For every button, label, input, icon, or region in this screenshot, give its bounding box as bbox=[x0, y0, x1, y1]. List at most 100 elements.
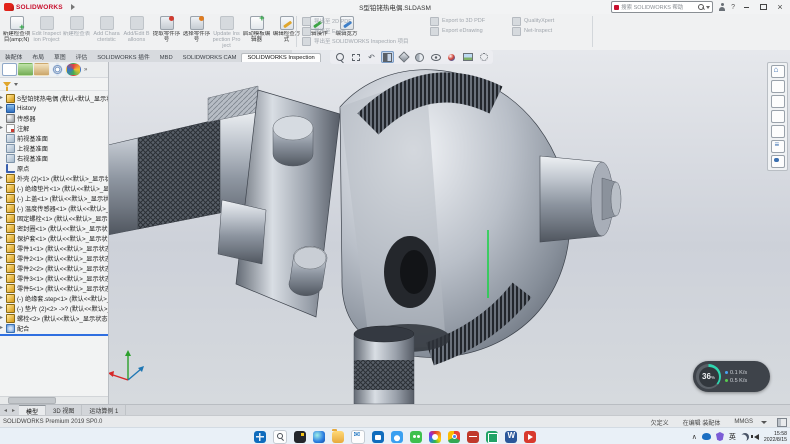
feature-tree-item[interactable]: 传感器 bbox=[0, 113, 108, 123]
home-icon[interactable] bbox=[79, 2, 89, 12]
speaker-icon[interactable] bbox=[754, 434, 759, 440]
word-icon[interactable] bbox=[505, 431, 517, 443]
section-view-icon[interactable] bbox=[381, 51, 394, 63]
media-app-icon[interactable] bbox=[524, 431, 536, 443]
chat-app-icon[interactable] bbox=[410, 431, 422, 443]
custom-properties-icon[interactable] bbox=[771, 140, 785, 153]
focus-assist-icon[interactable] bbox=[741, 433, 749, 441]
save-icon[interactable] bbox=[118, 2, 128, 12]
help-icon[interactable]: ? bbox=[731, 4, 735, 11]
export-inspection-project-button[interactable]: 导出至 SOLIDWORKS Inspection 项目 bbox=[302, 37, 408, 45]
feature-tree-item[interactable]: 零件3<1> (默认<<默认>_显示状态 bbox=[0, 273, 108, 283]
security-shield-tray-icon[interactable] bbox=[716, 432, 724, 441]
feature-tree-item[interactable]: (-) 温度传感器<1> (默认<<默认>_显 bbox=[0, 203, 108, 213]
solidworks-resources-icon[interactable] bbox=[771, 65, 785, 78]
tree-root-assembly[interactable]: S型铂铑热电偶 (默认<默认_显示状态-1>) bbox=[0, 93, 108, 103]
export-2d-pdf-button[interactable]: 导出至 2D PDF bbox=[302, 17, 408, 25]
feature-tree-item[interactable]: 密封圈<1> (默认<<默认>_显示状态 bbox=[0, 223, 108, 233]
panel-horizontal-scrollbar[interactable] bbox=[0, 396, 108, 404]
scrollbar-thumb[interactable] bbox=[8, 397, 56, 404]
tab-scroll-right-icon[interactable]: ▸ bbox=[10, 407, 17, 414]
edge-browser-icon[interactable] bbox=[313, 431, 325, 443]
feature-tree-item[interactable]: 前视基准面 bbox=[0, 133, 108, 143]
login-icon[interactable] bbox=[718, 3, 726, 11]
configuration-manager-tab-icon[interactable] bbox=[34, 63, 49, 76]
ribbon-tab[interactable]: SOLIDWORKS Inspection bbox=[241, 53, 320, 62]
model-dome[interactable] bbox=[340, 70, 570, 358]
feature-tree-item[interactable]: 上视基准面 bbox=[0, 143, 108, 153]
previous-view-icon[interactable] bbox=[365, 51, 378, 63]
status-dropdown-icon[interactable] bbox=[761, 421, 767, 424]
new-inspection-sheet-button[interactable]: 新建检查表 bbox=[62, 15, 91, 49]
graphics-area[interactable]: 36% 0.1 K/s 0.5 K/s bbox=[108, 50, 790, 404]
browser-ring-icon[interactable] bbox=[429, 431, 441, 443]
search-button[interactable] bbox=[273, 430, 287, 444]
feature-tree-item[interactable]: 注解 bbox=[0, 123, 108, 133]
edit-appearance-icon[interactable] bbox=[445, 51, 458, 63]
edit-inspection-project-button[interactable]: Edit Inspection Project bbox=[32, 15, 61, 49]
ribbon-tab[interactable]: SOLIDWORKS CAM bbox=[178, 54, 242, 62]
undo-icon[interactable] bbox=[144, 2, 154, 12]
chrome-icon[interactable] bbox=[448, 431, 460, 443]
feature-tree-item[interactable]: (-) 绝缘垫片<1> (默认<<默认>_显示 bbox=[0, 183, 108, 193]
select-icon[interactable] bbox=[157, 2, 167, 12]
select-balloons-button[interactable]: 选择零件序号 bbox=[182, 15, 211, 49]
microsoft-store-icon[interactable] bbox=[372, 431, 384, 443]
filter-dropdown-icon[interactable] bbox=[14, 83, 18, 86]
feature-tree-item[interactable]: (-) 垫片 (2)<2> ->? (默认<<默认>_ bbox=[0, 303, 108, 313]
ribbon-tab[interactable]: 草图 bbox=[49, 51, 71, 62]
update-inspection-project-button[interactable]: Update Inspection Project bbox=[212, 15, 241, 49]
feature-tree-item[interactable]: 保护套<1> (默认<<默认>_显示状态 bbox=[0, 233, 108, 243]
feature-tree-item[interactable]: 零件2<2> (默认<<默认>_显示状态 bbox=[0, 263, 108, 273]
close-button[interactable] bbox=[774, 2, 786, 12]
apply-scene-icon[interactable] bbox=[461, 51, 474, 63]
feature-tree-item[interactable]: History bbox=[0, 103, 108, 113]
file-explorer-icon[interactable] bbox=[771, 95, 785, 108]
minimize-button[interactable] bbox=[740, 2, 752, 12]
hide-show-items-icon[interactable] bbox=[429, 51, 442, 63]
export-excel-button[interactable]: 导出至 Excel bbox=[302, 27, 408, 35]
feature-tree-item[interactable]: 零件2<1> (默认<<默认>_显示状态 bbox=[0, 253, 108, 263]
view-palette-icon[interactable] bbox=[771, 110, 785, 123]
feature-tree-item[interactable]: 原点 bbox=[0, 163, 108, 173]
search-input[interactable]: 搜索 SOLIDWORKS 帮助 bbox=[611, 1, 713, 13]
solidworks-forum-icon[interactable] bbox=[771, 155, 785, 168]
view-orientation-icon[interactable] bbox=[397, 51, 410, 63]
start-button[interactable] bbox=[254, 431, 266, 443]
open-document-icon[interactable] bbox=[105, 2, 115, 12]
ribbon-tab[interactable]: 布局 bbox=[27, 51, 49, 62]
tree-mates[interactable]: 配合 bbox=[0, 323, 108, 333]
cloud-drive-tray-icon[interactable] bbox=[702, 433, 711, 440]
feature-tree-item[interactable]: 零件1<1> (默认<<默认>_显示状态 bbox=[0, 243, 108, 253]
feature-tree-item[interactable]: 固定螺栓<1> (默认<<默认>_显示状 bbox=[0, 213, 108, 223]
filter-icon[interactable] bbox=[3, 82, 11, 87]
feature-tree-item[interactable]: (-) 上盖<1> (默认<<默认>_显示状态 bbox=[0, 193, 108, 203]
feature-tree-tab-icon[interactable] bbox=[2, 63, 17, 76]
restore-button[interactable] bbox=[757, 2, 769, 12]
ime-indicator[interactable]: 英 bbox=[729, 432, 736, 442]
ribbon-tab[interactable]: 评估 bbox=[71, 51, 93, 62]
extract-balloons-button[interactable]: 提取零件序号 bbox=[152, 15, 181, 49]
zoom-area-icon[interactable] bbox=[349, 51, 362, 63]
menu-expand-icon[interactable] bbox=[71, 4, 75, 10]
export-edrawing-button[interactable]: Export eDrawing bbox=[430, 27, 485, 35]
feature-tree-item[interactable]: 螺栓<2> (默认<<默认>_显示状态 bbox=[0, 313, 108, 323]
file-explorer-icon[interactable] bbox=[332, 431, 344, 443]
notes-app-icon[interactable] bbox=[486, 431, 498, 443]
search-icon[interactable] bbox=[698, 4, 704, 10]
ribbon-tab[interactable]: SOLIDWORKS 插件 bbox=[92, 51, 155, 62]
net-inspect-button[interactable]: Net-Inspect bbox=[512, 27, 554, 35]
dimxpert-tab-icon[interactable] bbox=[50, 63, 65, 76]
new-inspection-project-button[interactable]: 新建检查项目(amp;N) bbox=[2, 15, 31, 49]
add-edit-balloons-button[interactable]: Add/Edit Balloons bbox=[122, 15, 151, 49]
qualityxpert-button[interactable]: QualityXpert bbox=[512, 17, 554, 25]
print-icon[interactable] bbox=[131, 2, 141, 12]
add-characteristic-button[interactable]: Add Characteristic bbox=[92, 15, 121, 49]
launch-template-editor-button[interactable]: 启动模板编辑器 bbox=[242, 15, 271, 49]
tab-scroll-left-icon[interactable]: ◂ bbox=[2, 407, 9, 414]
ribbon-tab[interactable]: MBD bbox=[155, 54, 178, 62]
new-document-icon[interactable] bbox=[92, 2, 102, 12]
feature-tree-item[interactable]: 右视基准面 bbox=[0, 153, 108, 163]
panel-tab-overflow-icon[interactable]: » bbox=[82, 67, 89, 73]
feature-tree-item[interactable]: 零件5<1> (默认<<默认>_显示状态 bbox=[0, 283, 108, 293]
